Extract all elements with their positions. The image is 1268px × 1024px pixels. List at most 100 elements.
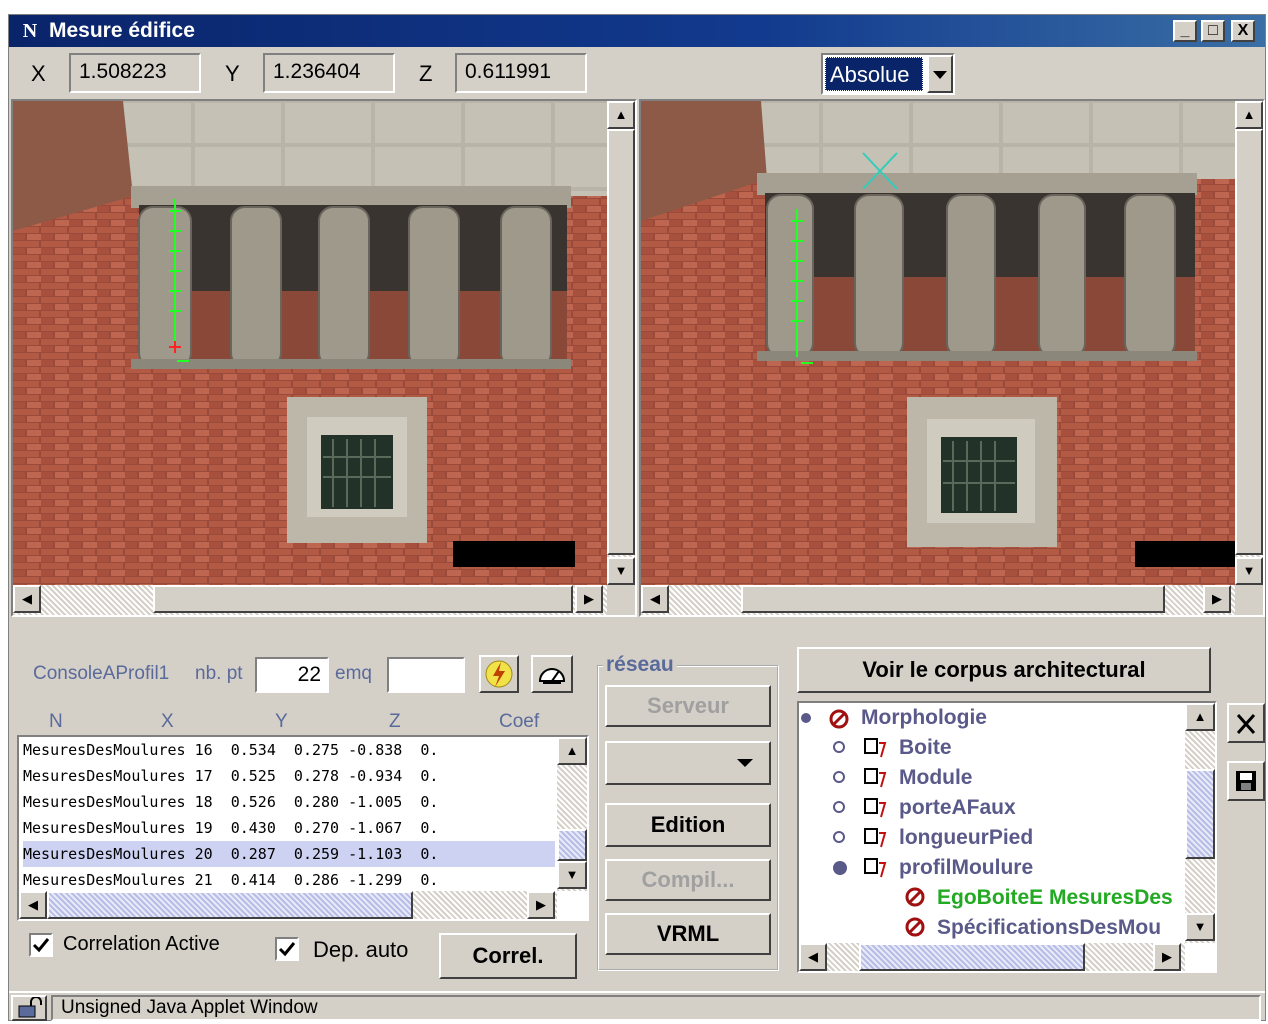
scroll-down-icon[interactable]: ▼ — [557, 861, 587, 889]
table-hscrollbar[interactable]: ◀ ▶ — [19, 891, 557, 919]
y-field[interactable]: 1.236404 — [263, 53, 395, 93]
tree-node-icon[interactable] — [833, 831, 845, 843]
scroll-thumb[interactable] — [741, 585, 1165, 613]
scroll-down-icon[interactable]: ▼ — [1185, 913, 1215, 941]
serveur-button[interactable]: Serveur — [605, 685, 771, 727]
scroll-left-icon[interactable]: ◀ — [13, 585, 41, 613]
tree-node-icon[interactable] — [833, 771, 845, 783]
tree-vscrollbar[interactable]: ▲ ▼ — [1185, 703, 1215, 943]
tree-item-porteafaux[interactable]: porteAFaux — [899, 793, 1016, 823]
vrml-button[interactable]: VRML — [605, 913, 771, 955]
tree-item-specifications[interactable]: SpécificationsDesMou — [937, 913, 1161, 943]
scroll-down-icon[interactable]: ▼ — [607, 557, 635, 585]
no-entry-icon — [829, 709, 849, 729]
tree-item-egoboitee[interactable]: EgoBoiteE MesuresDes — [937, 883, 1173, 913]
cut-icon[interactable] — [1227, 703, 1265, 743]
scroll-thumb[interactable] — [47, 891, 413, 919]
corpus-button[interactable]: Voir le corpus architectural — [797, 647, 1211, 693]
tree-item-profilmoulure[interactable]: profilMoulure — [899, 853, 1033, 883]
right-vscrollbar[interactable]: ▲ ▼ — [1235, 101, 1263, 585]
tree-item-longueurpied[interactable]: longueurPied — [899, 823, 1033, 853]
table-row[interactable]: MesuresDesMoulures 19 0.430 0.270 -1.067… — [23, 815, 555, 841]
col-header-y[interactable]: Y — [275, 711, 288, 733]
tree-item-boite[interactable]: Boite — [899, 733, 952, 763]
lock-icon — [11, 995, 47, 1021]
col-header-z[interactable]: Z — [389, 711, 401, 733]
measures-table: MesuresDesMoulures 16 0.534 0.275 -0.838… — [17, 735, 589, 921]
col-header-x[interactable]: X — [161, 711, 174, 733]
left-vscrollbar[interactable]: ▲ ▼ — [607, 101, 635, 585]
lightning-icon[interactable] — [479, 655, 519, 693]
scroll-thumb[interactable] — [859, 943, 1085, 971]
scroll-right-icon[interactable]: ▶ — [527, 891, 555, 919]
scroll-thumb[interactable] — [607, 129, 635, 555]
maximize-button[interactable]: □ — [1201, 20, 1225, 42]
scroll-down-icon[interactable]: ▼ — [1235, 557, 1263, 585]
tree-hscrollbar[interactable]: ◀ ▶ — [799, 943, 1185, 971]
gauge-icon[interactable] — [531, 655, 573, 693]
close-button[interactable]: X — [1231, 20, 1255, 42]
table-vscrollbar[interactable]: ▲ ▼ — [557, 737, 587, 891]
tree-node-icon[interactable] — [833, 801, 845, 813]
reseau-dropdown[interactable] — [605, 741, 771, 785]
table-row-selected[interactable]: MesuresDesMoulures 20 0.287 0.259 -1.103… — [23, 841, 555, 867]
table-row[interactable]: MesuresDesMoulures 21 0.414 0.286 -1.299… — [23, 867, 555, 893]
window-title: Mesure édifice — [49, 19, 195, 42]
correl-button[interactable]: Correl. — [439, 933, 577, 979]
table-row[interactable]: MesuresDesMoulures 18 0.526 0.280 -1.005… — [23, 789, 555, 815]
tree-node-icon[interactable] — [833, 741, 845, 753]
scroll-thumb[interactable] — [1235, 129, 1263, 555]
scroll-right-icon[interactable]: ▶ — [575, 585, 603, 613]
scroll-thumb[interactable] — [1185, 769, 1215, 859]
nbpt-field[interactable]: 22 — [255, 657, 329, 693]
emq-field[interactable] — [387, 657, 465, 693]
tree-viewport: Morphologie Boite Module porteAFaux long… — [799, 703, 1185, 943]
z-field[interactable]: 0.611991 — [455, 53, 587, 93]
mode-select[interactable]: Absolue — [821, 53, 955, 95]
tree-item-morphologie[interactable]: Morphologie — [861, 703, 987, 733]
table-row[interactable]: MesuresDesMoulures 17 0.525 0.278 -0.934… — [23, 763, 555, 789]
right-hscrollbar[interactable]: ◀ ▶ — [641, 585, 1235, 615]
no-entry-icon — [905, 887, 925, 907]
right-photo[interactable] — [641, 101, 1235, 585]
save-icon[interactable] — [1227, 761, 1265, 801]
status-text: Unsigned Java Applet Window — [51, 995, 1261, 1021]
chevron-down-icon[interactable] — [927, 55, 953, 93]
scroll-right-icon[interactable]: ▶ — [1203, 585, 1231, 613]
scroll-up-icon[interactable]: ▲ — [1185, 703, 1215, 731]
left-image-view: ▲ ▼ ◀ ▶ — [11, 99, 637, 617]
scroll-up-icon[interactable]: ▲ — [607, 101, 635, 129]
z-label: Z — [419, 61, 433, 86]
left-photo[interactable] — [13, 101, 607, 585]
scroll-right-icon[interactable]: ▶ — [1153, 943, 1181, 971]
col-header-n[interactable]: N — [49, 711, 63, 733]
scroll-left-icon[interactable]: ◀ — [19, 891, 47, 919]
correlation-checkbox[interactable] — [29, 933, 53, 957]
edition-button[interactable]: Edition — [605, 803, 771, 847]
scroll-left-icon[interactable]: ◀ — [799, 943, 827, 971]
tree-node-icon[interactable] — [833, 861, 847, 875]
console-name: ConsoleAProfil1 — [33, 663, 170, 684]
class-icon — [863, 857, 889, 879]
tree-item-module[interactable]: Module — [899, 763, 973, 793]
scroll-left-icon[interactable]: ◀ — [641, 585, 669, 613]
tree-expand-icon[interactable] — [801, 713, 811, 723]
scroll-up-icon[interactable]: ▲ — [557, 737, 587, 765]
dep-auto-label[interactable]: Dep. auto — [313, 937, 408, 963]
title-bar[interactable]: N Mesure édifice _ □ X — [9, 15, 1265, 47]
table-row[interactable]: MesuresDesMoulures 16 0.534 0.275 -0.838… — [23, 737, 555, 763]
x-label: X — [31, 61, 46, 86]
correlation-label[interactable]: Correlation Active — [63, 933, 220, 956]
scroll-thumb[interactable] — [153, 585, 573, 613]
compil-button[interactable]: Compil... — [605, 859, 771, 901]
col-header-coef[interactable]: Coef — [499, 711, 539, 733]
class-icon — [863, 737, 889, 759]
minimize-button[interactable]: _ — [1173, 20, 1197, 42]
dep-auto-checkbox[interactable] — [275, 937, 299, 961]
scroll-up-icon[interactable]: ▲ — [1235, 101, 1263, 129]
x-field[interactable]: 1.508223 — [69, 53, 201, 93]
scroll-thumb[interactable] — [557, 829, 587, 861]
left-hscrollbar[interactable]: ◀ ▶ — [13, 585, 607, 615]
right-image-view: ▲ ▼ ◀ ▶ — [639, 99, 1265, 617]
emq-label: emq — [335, 663, 372, 684]
